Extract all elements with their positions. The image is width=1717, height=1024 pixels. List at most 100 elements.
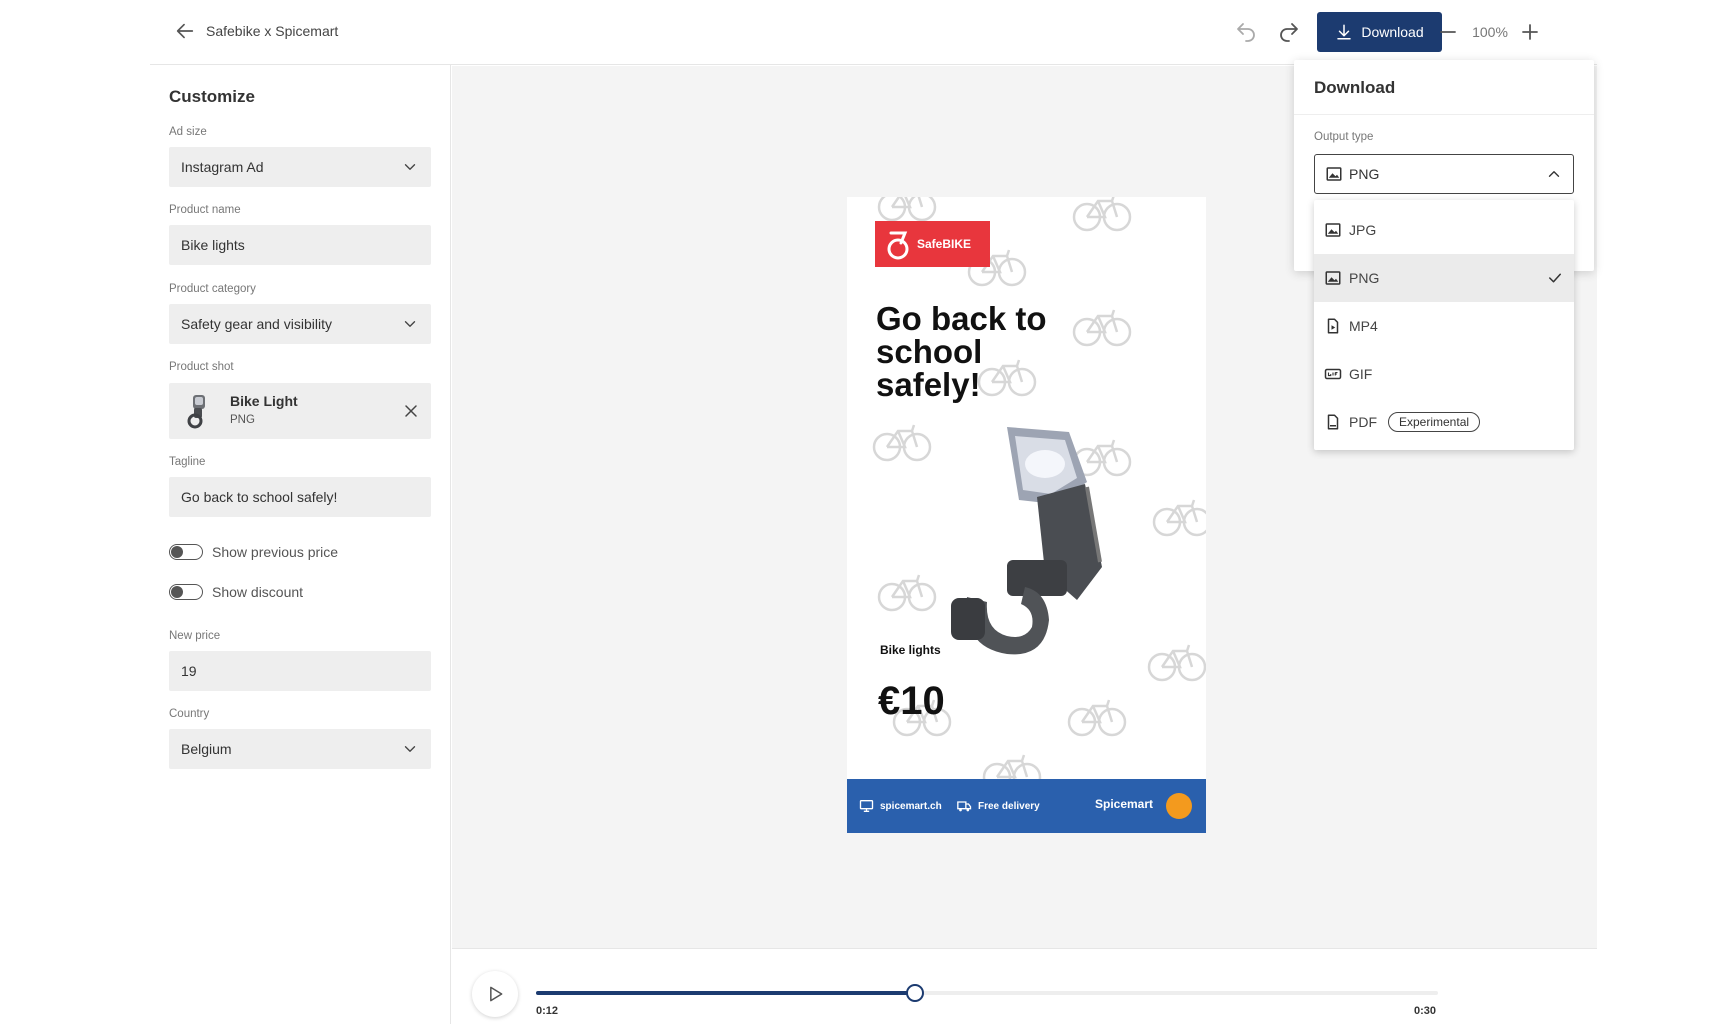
plus-icon xyxy=(1522,24,1538,40)
output-type-menu: JPG PNG MP4 GIF PDF Experimental xyxy=(1314,200,1574,450)
image-icon xyxy=(1325,223,1341,237)
toggle-knob xyxy=(171,546,183,558)
safebike-logo-text: SafeBIKE xyxy=(917,237,972,251)
previous-price-toggle-row: Show previous price xyxy=(169,544,338,560)
image-icon xyxy=(1325,271,1341,285)
minus-icon xyxy=(1440,31,1456,33)
discount-toggle-row: Show discount xyxy=(169,584,303,600)
previous-price-toggle[interactable] xyxy=(169,544,203,560)
product-name-input[interactable]: Bike lights xyxy=(169,225,431,265)
new-price-value: 19 xyxy=(181,663,197,679)
bike-light-product-image xyxy=(951,427,1102,655)
discount-toggle-label: Show discount xyxy=(212,584,304,600)
ad-footer-delivery-text: Free delivery xyxy=(978,800,1040,812)
divider xyxy=(1294,114,1594,115)
zoom-in-button[interactable] xyxy=(1518,20,1542,44)
ad-footer-site-text: spicemart.ch xyxy=(880,800,942,812)
close-icon[interactable] xyxy=(401,401,421,421)
download-panel-title: Download xyxy=(1314,78,1396,97)
timeline-scrubber[interactable] xyxy=(905,984,924,1002)
option-png[interactable]: PNG xyxy=(1314,254,1574,302)
ad-size-label: Ad size xyxy=(169,126,207,138)
new-price-input[interactable]: 19 xyxy=(169,651,431,691)
product-name-value: Bike lights xyxy=(181,237,245,253)
product-shot-name: Bike Light xyxy=(230,393,298,409)
monitor-icon xyxy=(859,800,874,812)
video-file-icon xyxy=(1327,318,1339,334)
timeline-total-time: 0:30 xyxy=(1414,1005,1437,1017)
play-icon xyxy=(490,986,503,1002)
option-label: GIF xyxy=(1349,366,1373,382)
top-bar: Safebike x Spicemart Download 100% xyxy=(150,0,1597,65)
product-shot-card[interactable]: Bike Light PNG xyxy=(169,383,431,439)
option-jpg[interactable]: JPG xyxy=(1314,206,1574,254)
spicemart-logo-icon xyxy=(1166,793,1192,819)
timeline-current-time: 0:12 xyxy=(536,1005,559,1017)
tagline-label: Tagline xyxy=(169,456,206,468)
previous-price-toggle-label: Show previous price xyxy=(212,544,339,560)
country-value: Belgium xyxy=(181,741,232,757)
gif-icon xyxy=(1324,368,1342,380)
option-label: MP4 xyxy=(1349,318,1378,334)
timeline: 0:12 0:30 xyxy=(452,948,1597,1024)
ad-headline: Go back to school safely! xyxy=(876,300,1047,403)
app: Safebike x Spicemart Download 100% Custo… xyxy=(150,0,1597,1024)
arrow-left-icon xyxy=(176,23,194,39)
chevron-up-icon xyxy=(1548,171,1560,177)
timeline-progress xyxy=(536,991,915,995)
ad-price: €10 xyxy=(878,679,945,723)
check-icon xyxy=(1549,273,1561,283)
chevron-down-icon xyxy=(404,746,416,752)
ad-size-select[interactable]: Instagram Ad xyxy=(169,147,431,187)
output-type-select[interactable]: PNG xyxy=(1314,154,1574,194)
country-label: Country xyxy=(169,708,210,720)
timeline-track[interactable] xyxy=(536,984,1438,1002)
undo-button[interactable] xyxy=(1234,20,1258,44)
safebike-logo: SafeBIKE xyxy=(875,221,990,267)
toggle-knob xyxy=(171,586,183,598)
product-shot-label: Product shot xyxy=(169,361,234,373)
new-price-label: New price xyxy=(169,630,221,642)
tagline-input[interactable]: Go back to school safely! xyxy=(169,477,431,517)
option-label: JPG xyxy=(1349,222,1377,238)
product-name-label: Product name xyxy=(169,204,241,216)
product-category-label: Product category xyxy=(169,283,256,295)
truck-icon xyxy=(957,801,972,812)
zoom-out-button[interactable] xyxy=(1436,20,1460,44)
download-button[interactable]: Download xyxy=(1317,12,1442,52)
chevron-down-icon xyxy=(404,321,416,327)
customize-sidebar: Customize Ad size Instagram Ad Product n… xyxy=(150,65,451,1024)
redo-icon xyxy=(1280,23,1298,42)
spicemart-brand: Spicemart xyxy=(1095,797,1154,811)
tagline-value: Go back to school safely! xyxy=(181,489,338,505)
redo-button[interactable] xyxy=(1277,20,1301,44)
option-label: PNG xyxy=(1349,270,1380,286)
option-pdf[interactable]: PDF Experimental xyxy=(1314,398,1574,446)
image-icon xyxy=(1326,167,1342,181)
ad-footer-delivery: Free delivery xyxy=(956,798,1040,814)
option-mp4[interactable]: MP4 xyxy=(1314,302,1574,350)
ad-size-value: Instagram Ad xyxy=(181,159,264,175)
product-category-value: Safety gear and visibility xyxy=(181,316,332,332)
country-select[interactable]: Belgium xyxy=(169,729,431,769)
option-label: PDF xyxy=(1349,414,1377,430)
play-button[interactable] xyxy=(472,971,518,1017)
download-button-label: Download xyxy=(1361,24,1424,40)
download-icon xyxy=(1337,24,1352,40)
option-gif[interactable]: GIF xyxy=(1314,350,1574,398)
zoom-level: 100% xyxy=(1472,24,1508,40)
sidebar-title: Customize xyxy=(169,87,255,106)
undo-icon xyxy=(1237,23,1255,42)
ad-preview: SafeBIKE Go back to school safely! Bike … xyxy=(847,197,1206,833)
product-category-select[interactable]: Safety gear and visibility xyxy=(169,304,431,344)
chevron-down-icon xyxy=(404,164,416,170)
ad-product-name: Bike lights xyxy=(880,643,941,657)
discount-toggle[interactable] xyxy=(169,584,203,600)
ad-footer: spicemart.ch Free delivery Spicemart xyxy=(847,779,1206,833)
ad-footer-site: spicemart.ch xyxy=(858,798,942,814)
bike-logo-icon xyxy=(887,231,909,260)
breadcrumb: Safebike x Spicemart xyxy=(206,23,339,39)
experimental-badge: Experimental xyxy=(1388,412,1481,432)
product-thumbnail xyxy=(187,395,205,429)
back-link[interactable]: Safebike x Spicemart xyxy=(174,20,338,42)
